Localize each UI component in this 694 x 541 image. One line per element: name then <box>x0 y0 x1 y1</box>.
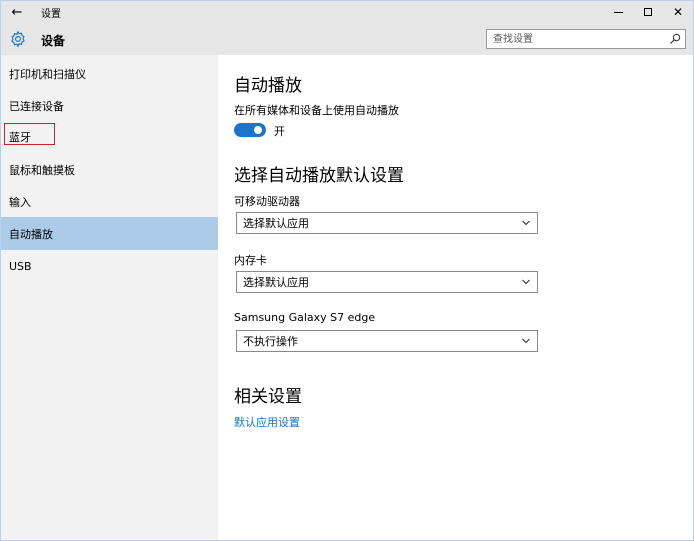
window-title: 设置 <box>41 9 61 20</box>
autoplay-toggle-label: 在所有媒体和设备上使用自动播放 <box>234 104 399 117</box>
select-value: 不执行操作 <box>243 335 298 348</box>
maximize-button[interactable] <box>633 1 663 23</box>
sidebar-item-label: 已连接设备 <box>9 99 64 113</box>
search-icon[interactable] <box>669 33 681 45</box>
chevron-down-icon <box>522 220 530 226</box>
close-icon: ✕ <box>672 5 684 19</box>
sidebar-item-autoplay[interactable]: 自动播放 <box>1 217 218 250</box>
related-settings-heading: 相关设置 <box>234 387 302 407</box>
chevron-down-icon <box>522 338 530 344</box>
memory-card-select[interactable]: 选择默认应用 <box>236 271 538 293</box>
sidebar-item-usb[interactable]: USB <box>1 250 218 283</box>
defaults-heading: 选择自动播放默认设置 <box>234 166 404 186</box>
sidebar-item-typing[interactable]: 输入 <box>1 185 218 218</box>
removable-drive-label: 可移动驱动器 <box>234 195 300 208</box>
select-value: 选择默认应用 <box>243 276 309 289</box>
back-arrow-icon: ← <box>11 4 23 20</box>
sidebar-item-label: 鼠标和触摸板 <box>9 163 75 177</box>
minimize-icon <box>613 11 623 13</box>
toggle-knob <box>254 126 262 134</box>
header-bar: 设备 <box>1 23 693 55</box>
minimize-button[interactable] <box>603 1 633 23</box>
sidebar-item-printers[interactable]: 打印机和扫描仪 <box>1 57 218 90</box>
sidebar-item-label: 打印机和扫描仪 <box>9 67 86 81</box>
sidebar-item-label: 自动播放 <box>9 227 53 241</box>
sidebar: 打印机和扫描仪 已连接设备 蓝牙 鼠标和触摸板 输入 自动播放 USB <box>1 55 218 540</box>
default-apps-link[interactable]: 默认应用设置 <box>234 414 300 430</box>
chevron-down-icon <box>522 279 530 285</box>
back-button[interactable]: ← <box>1 1 33 23</box>
sidebar-item-connected-devices[interactable]: 已连接设备 <box>1 89 218 122</box>
sidebar-item-label: 输入 <box>9 195 31 209</box>
close-button[interactable]: ✕ <box>663 1 693 23</box>
page-title: 设备 <box>41 34 66 48</box>
sidebar-item-mouse-touchpad[interactable]: 鼠标和触摸板 <box>1 153 218 186</box>
sidebar-item-label: USB <box>9 260 32 273</box>
galaxy-select[interactable]: 不执行操作 <box>236 330 538 352</box>
highlight-box <box>4 123 55 145</box>
search-input[interactable] <box>487 30 663 48</box>
select-value: 选择默认应用 <box>243 217 309 230</box>
autoplay-toggle[interactable] <box>234 123 266 137</box>
main-content: 自动播放 在所有媒体和设备上使用自动播放 开 选择自动播放默认设置 可移动驱动器… <box>234 55 674 540</box>
memory-card-label: 内存卡 <box>234 254 267 267</box>
removable-drive-select[interactable]: 选择默认应用 <box>236 212 538 234</box>
galaxy-label: Samsung Galaxy S7 edge <box>234 311 376 324</box>
autoplay-heading: 自动播放 <box>234 76 302 96</box>
title-bar: ← 设置 ✕ <box>1 1 693 23</box>
toggle-state-label: 开 <box>274 125 285 138</box>
gear-icon <box>11 30 25 48</box>
search-box[interactable] <box>486 29 686 49</box>
maximize-icon <box>644 8 652 16</box>
